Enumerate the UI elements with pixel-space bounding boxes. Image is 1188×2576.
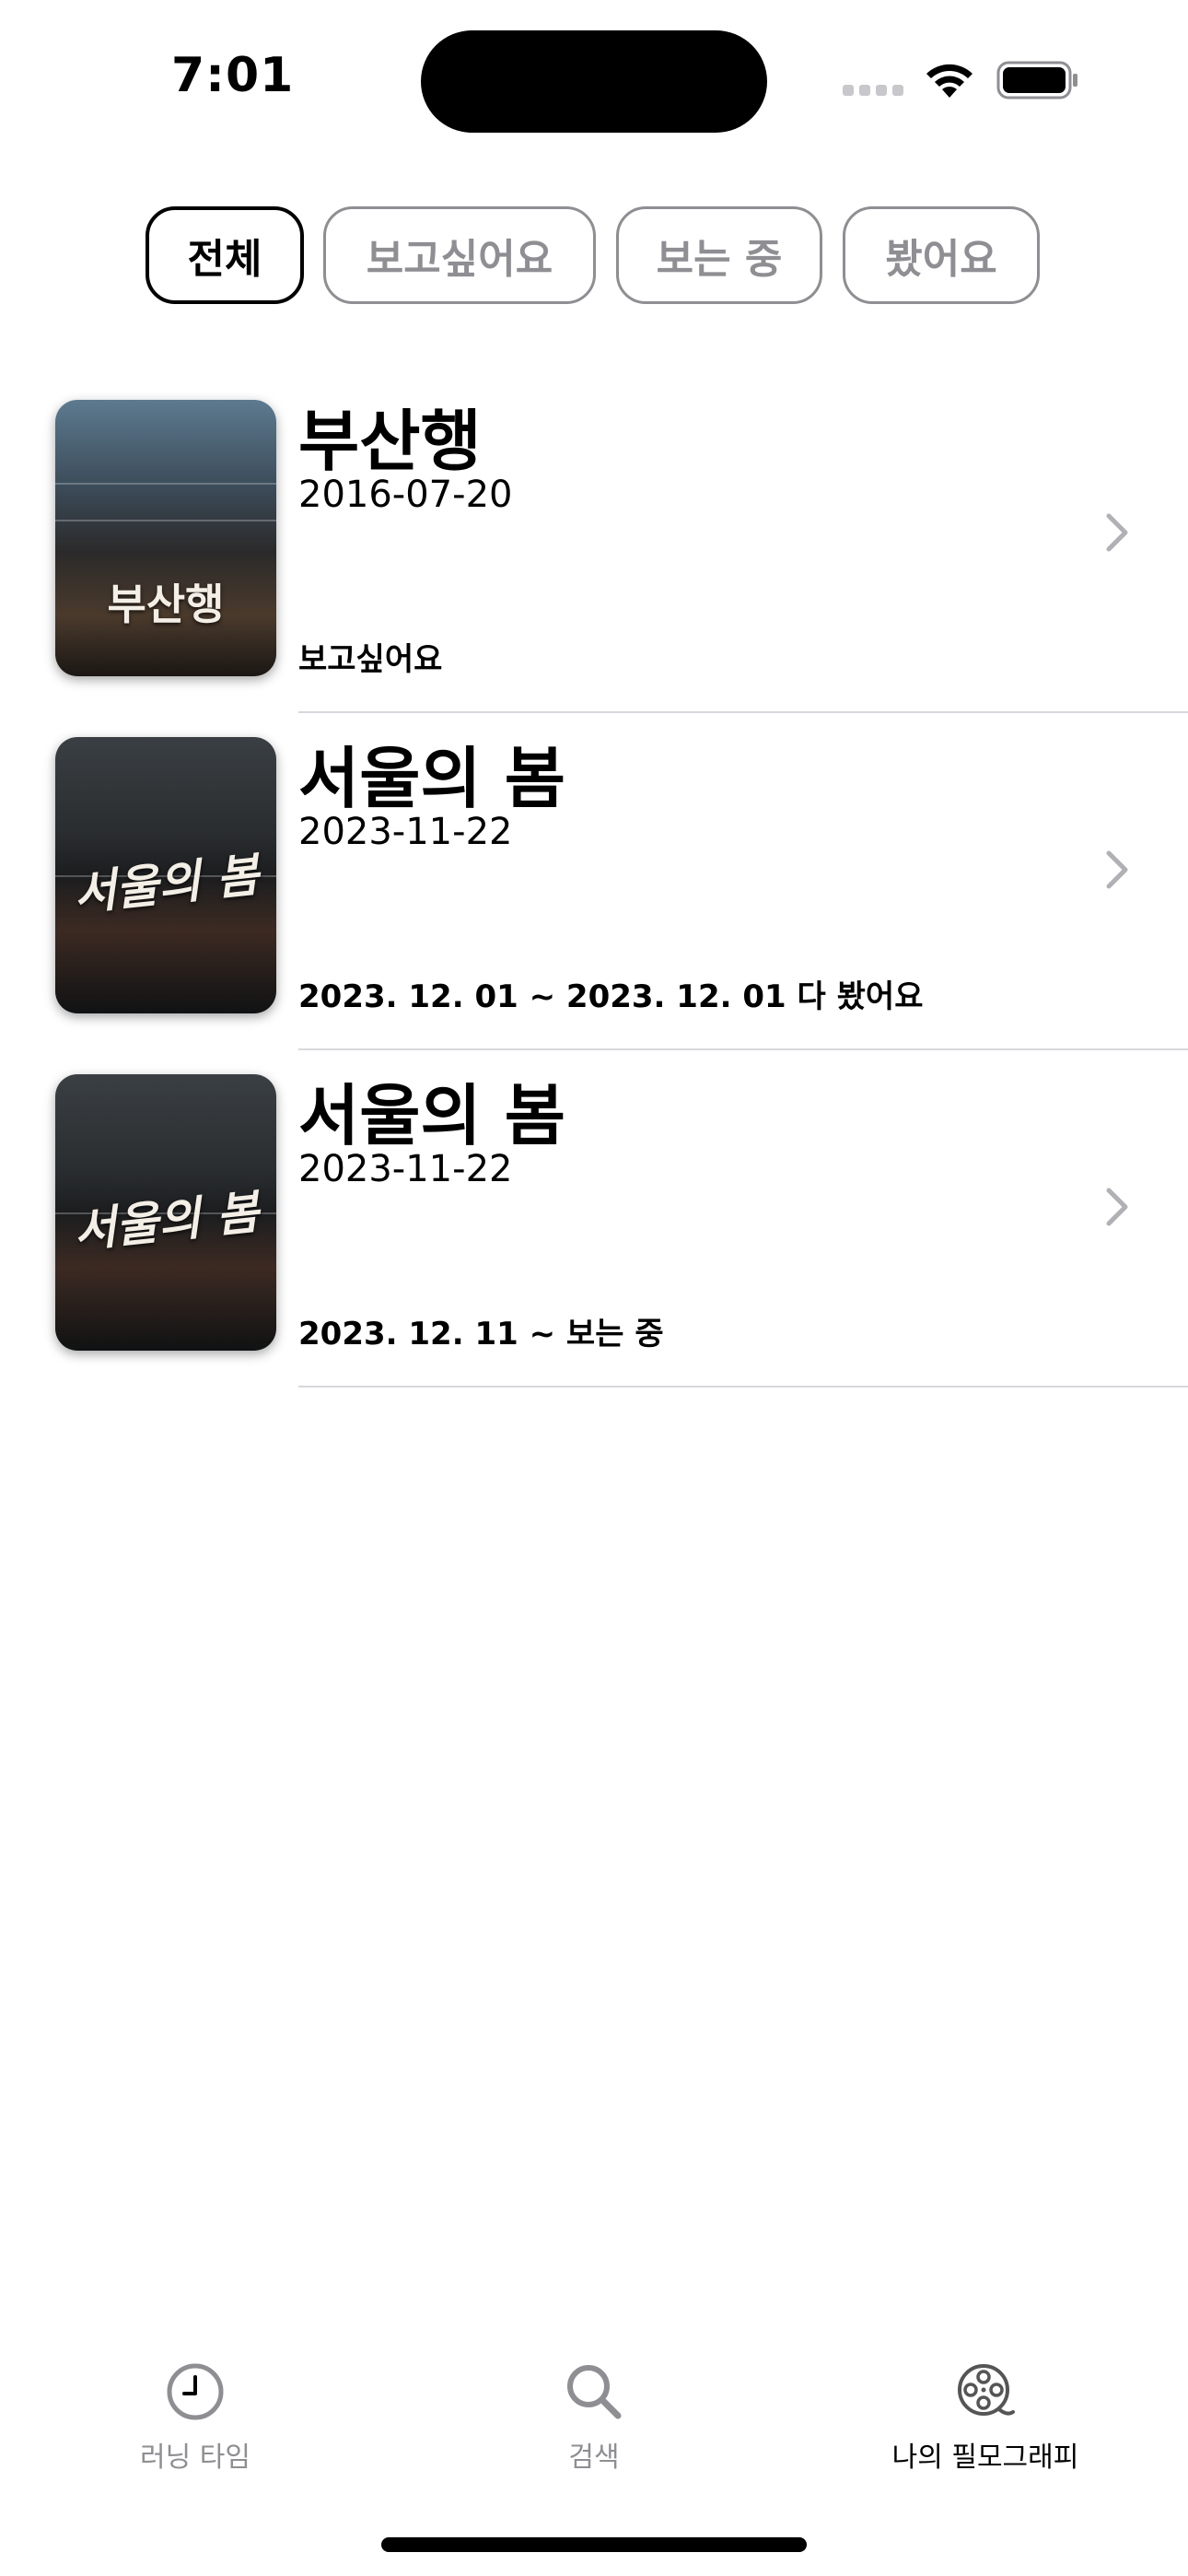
dynamic-island (421, 30, 767, 133)
cellular-signal-icon (843, 85, 903, 96)
film-reel-icon (958, 2364, 1015, 2416)
filter-chip-all[interactable]: 전체 (146, 206, 304, 304)
movie-release-date: 2023-11-22 (298, 811, 513, 853)
row-divider (298, 1386, 1188, 1388)
movie-watch-status: 2023. 12. 01 ~ 2023. 12. 01 다 봤어요 (298, 978, 924, 1015)
movie-poster: 서울의 봄 (55, 737, 276, 1013)
movie-row[interactable]: 부산행 부산행 2016-07-20 보고싶어요 (0, 376, 1188, 713)
tab-my-filmography[interactable]: 나의 필모그래피 (866, 2359, 1105, 2488)
movie-watch-status: 보고싶어요 (298, 641, 443, 678)
movie-title: 서울의 봄 (298, 1077, 566, 1154)
battery-icon (996, 61, 1077, 100)
chevron-right-icon (1106, 1188, 1128, 1226)
search-icon (567, 2365, 622, 2419)
filter-chip-watched[interactable]: 봤어요 (843, 206, 1040, 304)
poster-title-text: 서울의 봄 (71, 848, 262, 921)
status-time: 7:01 (171, 48, 295, 103)
movie-title: 서울의 봄 (298, 740, 566, 817)
filter-chip-watching[interactable]: 보는 중 (616, 206, 822, 304)
tab-label: 러닝 타임 (140, 2441, 250, 2474)
movie-poster: 서울의 봄 (55, 1074, 276, 1351)
chevron-right-icon (1106, 513, 1128, 552)
tab-search[interactable]: 검색 (474, 2359, 714, 2488)
clock-icon (167, 2363, 224, 2420)
tab-label: 검색 (568, 2441, 620, 2474)
tab-label: 나의 필모그래피 (891, 2441, 1079, 2474)
movie-release-date: 2016-07-20 (298, 474, 513, 516)
poster-title-text: 부산행 (107, 580, 225, 629)
tab-running-time[interactable]: 러닝 타임 (76, 2359, 315, 2488)
movie-release-date: 2023-11-22 (298, 1148, 513, 1190)
chevron-right-icon (1106, 850, 1128, 889)
wifi-icon (926, 64, 973, 98)
movie-title: 부산행 (298, 403, 482, 480)
poster-title-text: 서울의 봄 (71, 1185, 262, 1259)
movie-watch-status: 2023. 12. 11 ~ 보는 중 (298, 1316, 664, 1352)
filter-chip-want-to-watch[interactable]: 보고싶어요 (323, 206, 596, 304)
home-indicator[interactable] (381, 2537, 807, 2552)
movie-row[interactable]: 서울의 봄 서울의 봄 2023-11-22 2023. 12. 01 ~ 20… (0, 713, 1188, 1050)
movie-poster: 부산행 (55, 400, 276, 676)
movie-row[interactable]: 서울의 봄 서울의 봄 2023-11-22 2023. 12. 11 ~ 보는… (0, 1050, 1188, 1388)
